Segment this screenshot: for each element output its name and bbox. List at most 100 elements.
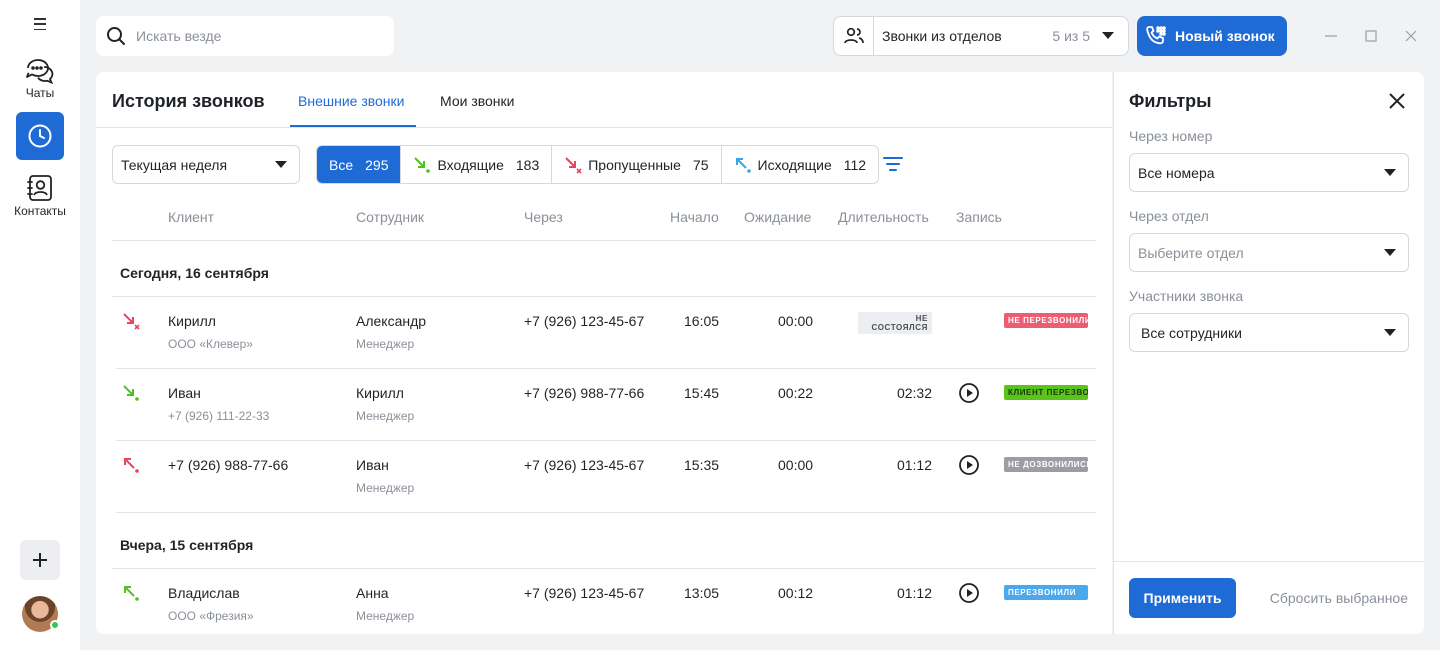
client-subtitle: +7 (926) 111-22-33 <box>168 409 270 423</box>
filter-lines-icon[interactable] <box>882 156 904 172</box>
apply-button[interactable]: Применить <box>1129 578 1236 618</box>
via-number-select[interactable]: Все номера <box>1129 153 1409 192</box>
select-value: Все номера <box>1138 164 1215 181</box>
play-recording-icon[interactable] <box>958 454 980 476</box>
client-subtitle: ООО «Фрезия» <box>168 609 254 623</box>
wait-time: 00:00 <box>778 457 814 473</box>
status-badge: не перезвонили <box>1004 313 1088 328</box>
table-row[interactable]: Иван +7 (926) 111-22-33 Кирилл Менеджер … <box>116 369 1096 441</box>
period-value: Текущая неделя <box>121 156 228 173</box>
table-header: Клиент Сотрудник Через Начало Ожидание Д… <box>112 197 1096 241</box>
play-recording-icon[interactable] <box>958 582 980 604</box>
missed-call-icon <box>123 313 140 330</box>
start-time: 13:05 <box>684 585 720 601</box>
employee-name: Александр <box>356 313 427 329</box>
sidebar-item-contacts[interactable]: Контакты <box>0 174 80 218</box>
filter-label: Через номер <box>1129 128 1213 144</box>
client-name: Владислав <box>168 585 240 601</box>
call-type-segmented-control: Все 295 Входящие 183 Пропущенные 75 Исхо… <box>316 145 880 184</box>
segment-count: 183 <box>515 156 540 173</box>
left-rail: Чаты Контакты <box>0 0 80 650</box>
duration: 01:12 <box>896 457 932 473</box>
start-time: 16:05 <box>684 313 720 329</box>
search-input[interactable] <box>136 28 366 44</box>
avatar[interactable] <box>22 596 60 632</box>
column-header: Ожидание <box>744 209 812 225</box>
status-badge: не дозвонились <box>1004 457 1088 472</box>
table-row[interactable]: Кирилл ООО «Клевер» Александр Менеджер +… <box>116 297 1096 369</box>
period-dropdown[interactable]: Текущая неделя <box>112 145 300 184</box>
segment-outgoing[interactable]: Исходящие 112 <box>722 146 879 183</box>
segment-missed[interactable]: Пропущенные 75 <box>552 146 722 183</box>
missed-call-icon <box>565 156 582 174</box>
segment-label: Пропущенные <box>588 156 681 173</box>
plus-icon <box>33 553 47 567</box>
client-name: Иван <box>168 385 201 401</box>
caret-down-icon <box>1384 249 1396 256</box>
wait-time: 00:12 <box>778 585 814 601</box>
new-call-label: Новый звонок <box>1175 28 1275 44</box>
duration: 02:32 <box>896 385 932 401</box>
hamburger-menu-icon[interactable] <box>30 16 50 32</box>
group-users-icon <box>843 27 864 44</box>
global-search[interactable] <box>96 16 394 56</box>
via-department-select[interactable]: Выберите отдел <box>1129 233 1409 272</box>
filter-label: Через отдел <box>1129 208 1209 224</box>
column-header: Сотрудник <box>356 209 425 225</box>
filters-panel: Фильтры Через номер Все номера Через отд… <box>1113 72 1424 634</box>
table-row[interactable]: Владислав ООО «Фрезия» Анна Менеджер +7 … <box>116 569 1096 634</box>
wait-time: 00:22 <box>778 385 814 401</box>
employee-role: Менеджер <box>356 609 415 623</box>
column-header: Клиент <box>168 209 215 225</box>
start-time: 15:45 <box>684 385 720 401</box>
caret-down-icon <box>1102 32 1114 39</box>
client-name: Кирилл <box>168 313 216 329</box>
segment-count: 295 <box>365 156 389 173</box>
sidebar-item-label: Контакты <box>14 204 66 218</box>
segment-label: Входящие <box>437 156 504 173</box>
table-row[interactable]: +7 (926) 988-77-66 Иван Менеджер +7 (926… <box>116 441 1096 513</box>
via-number: +7 (926) 123-45-67 <box>524 585 645 601</box>
client-subtitle: ООО «Клевер» <box>168 337 253 351</box>
minimize-icon[interactable] <box>1321 26 1341 46</box>
sidebar-item-history[interactable] <box>16 112 64 160</box>
filter-label: Участники звонка <box>1129 288 1244 304</box>
call-participants-select[interactable]: Все сотрудники <box>1129 313 1409 352</box>
contacts-icon <box>27 175 52 201</box>
employee-role: Менеджер <box>356 409 415 423</box>
play-recording-icon[interactable] <box>958 382 980 404</box>
maximize-icon[interactable] <box>1361 26 1381 46</box>
segment-label: Исходящие <box>757 156 832 173</box>
select-placeholder: Выберите отдел <box>1138 244 1244 261</box>
page-title: История звонков <box>112 91 265 111</box>
date-group-header: Сегодня, 16 сентября <box>112 241 1096 297</box>
column-header: Запись <box>956 209 1002 225</box>
tab-external-calls[interactable]: Внешние звонки <box>298 93 404 109</box>
segment-all[interactable]: Все 295 <box>317 146 402 183</box>
caret-down-icon <box>275 161 287 168</box>
reset-button[interactable]: Сбросить выбранное <box>1270 590 1408 606</box>
new-call-button[interactable]: Новый звонок <box>1137 16 1287 56</box>
column-header: Начало <box>670 209 719 225</box>
department-calls-count: 5 из 5 <box>1052 28 1090 44</box>
segment-incoming[interactable]: Входящие 183 <box>401 146 553 183</box>
duration: 01:12 <box>896 585 932 601</box>
duration-cell: не состоялся <box>858 312 932 334</box>
add-button[interactable] <box>20 540 60 580</box>
employee-role: Менеджер <box>356 481 415 495</box>
outgoing-failed-call-icon <box>124 458 139 473</box>
employee-name: Анна <box>356 585 389 601</box>
incoming-call-icon <box>414 156 431 173</box>
call-history-panel: История звонков Внешние звонки Мои звонк… <box>96 72 1112 634</box>
via-number: +7 (926) 123-45-67 <box>524 457 645 473</box>
sidebar-item-chats[interactable]: Чаты <box>0 56 80 100</box>
close-icon[interactable] <box>1388 92 1406 110</box>
segment-count: 75 <box>692 156 709 173</box>
active-tab-indicator <box>290 125 416 127</box>
department-calls-dropdown[interactable]: Звонки из отделов 5 из 5 <box>833 16 1129 56</box>
wait-time: 00:00 <box>778 313 814 329</box>
close-window-icon[interactable] <box>1401 26 1421 46</box>
date-group-header: Вчера, 15 сентября <box>112 513 1096 569</box>
tab-my-calls[interactable]: Мои звонки <box>440 93 514 109</box>
not-held-badge: не состоялся <box>858 312 932 334</box>
